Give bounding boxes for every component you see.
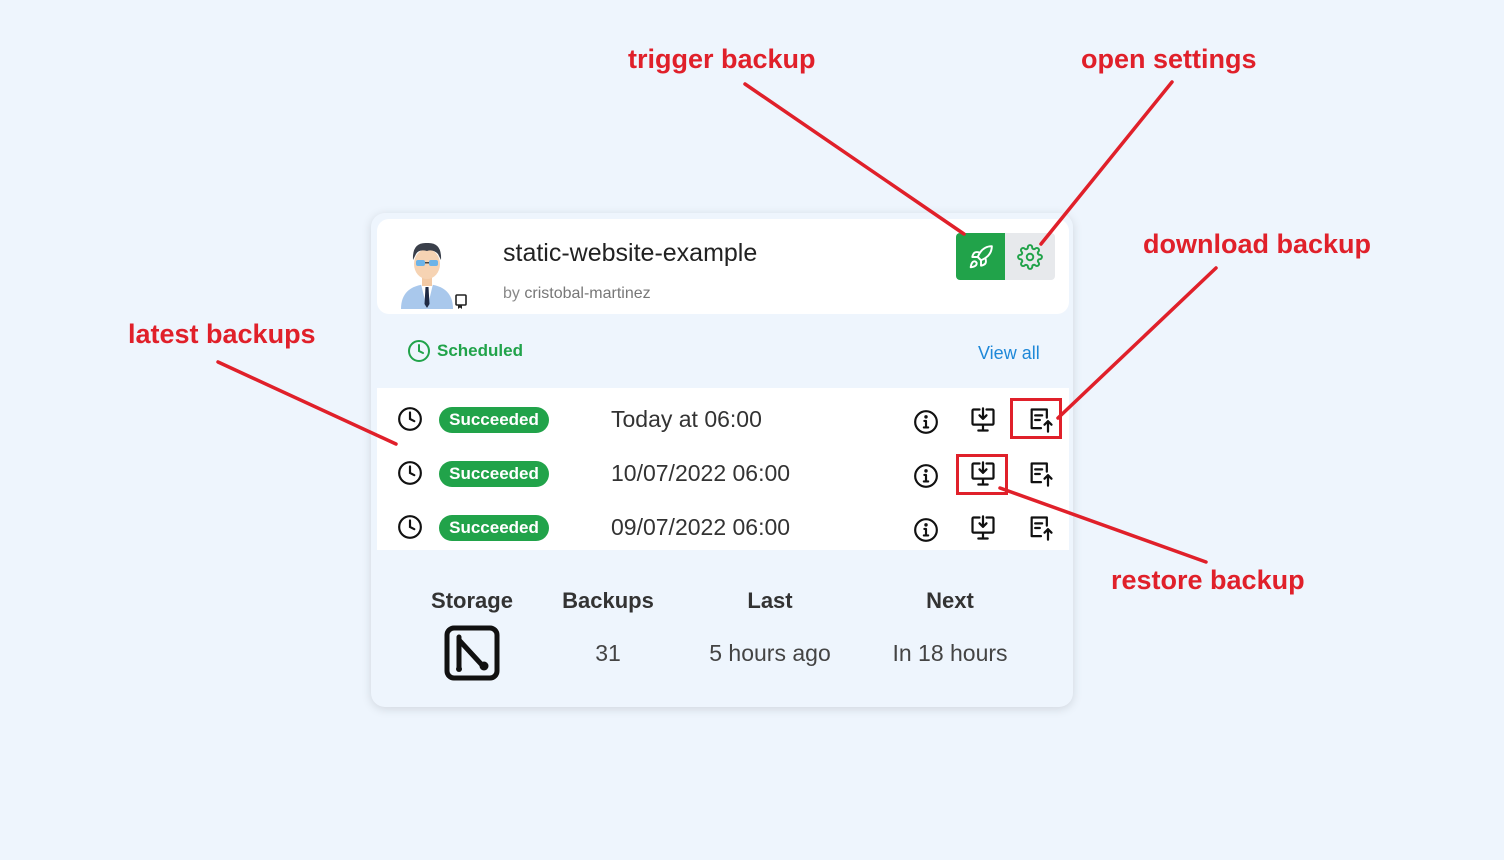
restore-icon[interactable] <box>969 406 997 434</box>
rocket-icon <box>969 244 993 268</box>
info-icon[interactable] <box>913 463 939 489</box>
storage-label: Storage <box>431 588 513 613</box>
project-author-line: by cristobal-martinez <box>503 285 651 303</box>
backup-date: 09/07/2022 06:00 <box>611 514 791 540</box>
annotation-download-backup: download backup <box>1143 229 1372 259</box>
user-avatar-icon <box>397 234 457 309</box>
status-badge: Succeeded <box>439 407 549 433</box>
schedule-status: Scheduled <box>407 339 523 363</box>
author-name[interactable]: cristobal-martinez <box>524 285 650 302</box>
schedule-label: Scheduled <box>437 341 523 360</box>
clock-icon <box>398 461 422 485</box>
restore-icon[interactable] <box>969 514 997 542</box>
annotation-open-settings: open settings <box>1081 44 1257 74</box>
backup-date: Today at 06:00 <box>611 406 762 432</box>
repo-icon <box>454 294 468 310</box>
info-icon[interactable] <box>913 517 939 543</box>
restore-highlight-box <box>956 454 1008 495</box>
next-value: In 18 hours <box>892 640 1008 666</box>
view-all-link[interactable]: View all <box>978 343 1040 364</box>
backups-count: 31 <box>595 640 621 666</box>
gear-icon <box>1017 243 1043 270</box>
project-title[interactable]: static-website-example <box>503 239 757 268</box>
card-header: static-website-example by cristobal-mart… <box>377 219 1069 314</box>
last-value: 5 hours ago <box>709 640 831 666</box>
clock-icon <box>408 340 430 362</box>
backups-label: Backups <box>562 588 654 613</box>
by-prefix: by <box>503 285 520 302</box>
backup-date: 10/07/2022 06:00 <box>611 460 791 486</box>
status-badge: Succeeded <box>439 515 549 541</box>
download-highlight-box <box>1010 398 1062 439</box>
status-badge: Succeeded <box>439 461 549 487</box>
clock-icon <box>398 515 422 539</box>
annotation-latest-backups: latest backups <box>128 319 316 349</box>
trigger-backup-button[interactable] <box>956 233 1005 280</box>
open-settings-button[interactable] <box>1005 233 1055 280</box>
info-icon[interactable] <box>913 409 939 435</box>
annotation-restore-backup: restore backup <box>1111 565 1305 595</box>
annotation-trigger-backup: trigger backup <box>628 44 816 74</box>
backup-row: Succeeded Today at 06:00 <box>377 388 1069 442</box>
next-label: Next <box>926 588 974 613</box>
backup-row: Succeeded 09/07/2022 06:00 <box>377 496 1069 550</box>
clock-icon <box>398 407 422 431</box>
stats-panel: Storage Backups 31 Last 5 hours ago Next… <box>371 583 1073 693</box>
last-label: Last <box>747 588 793 613</box>
download-icon[interactable] <box>1027 460 1055 488</box>
download-icon[interactable] <box>1027 514 1055 542</box>
storage-provider-icon <box>444 625 500 681</box>
